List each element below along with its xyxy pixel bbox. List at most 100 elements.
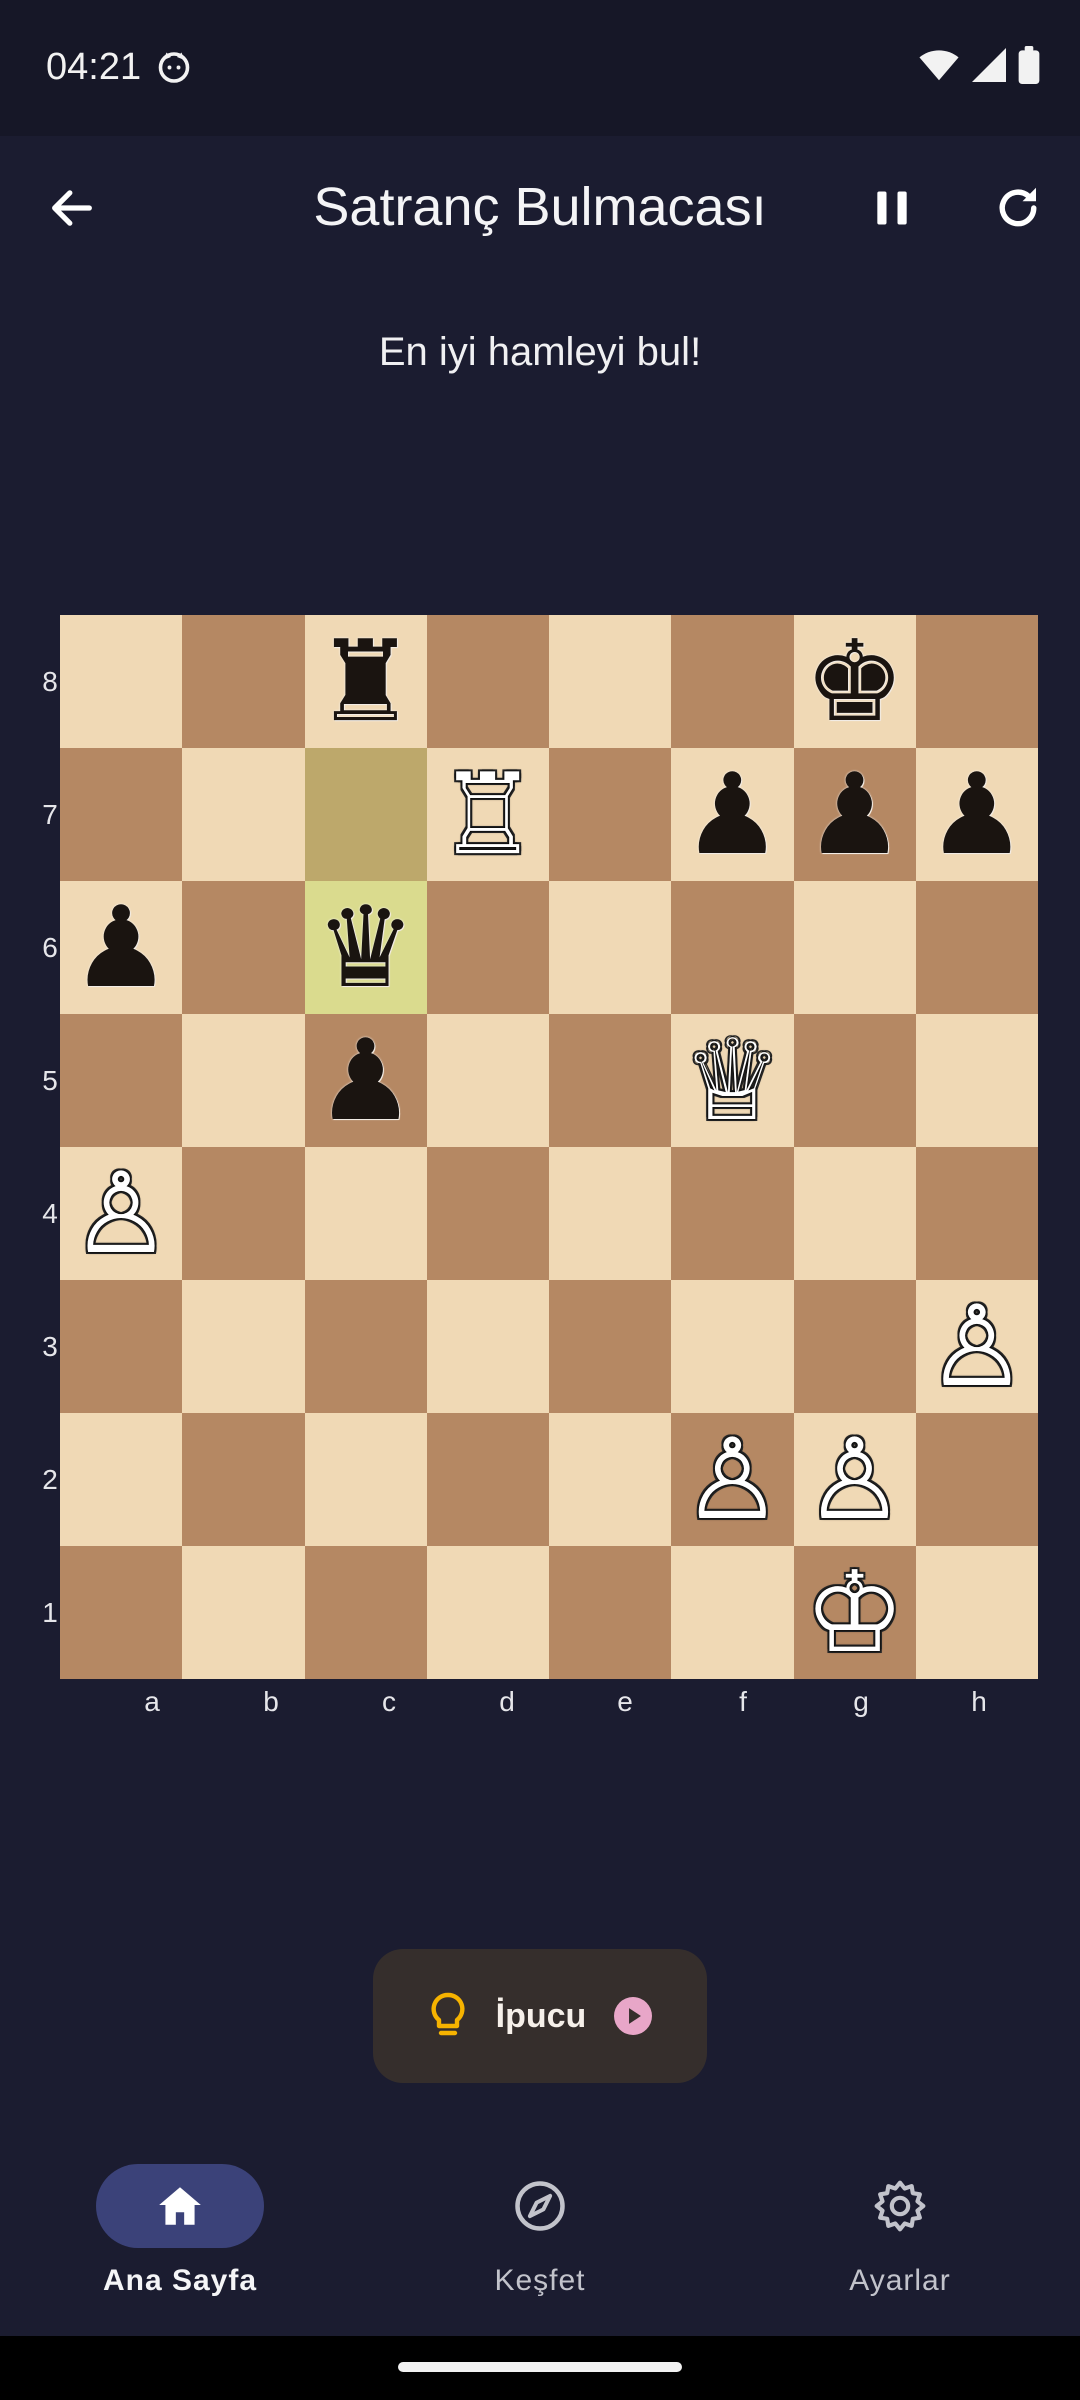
- square-c6[interactable]: ♛: [304, 881, 427, 1014]
- square-g4[interactable]: [793, 1147, 916, 1280]
- square-g7[interactable]: ♟: [793, 748, 916, 881]
- square-e7[interactable]: [549, 748, 672, 881]
- square-h6[interactable]: [915, 881, 1038, 1014]
- square-c7[interactable]: [304, 748, 427, 881]
- square-a3[interactable]: [60, 1280, 183, 1413]
- square-g2[interactable]: ♙: [793, 1413, 916, 1546]
- square-f7[interactable]: ♟: [671, 748, 794, 881]
- refresh-button[interactable]: [978, 168, 1058, 248]
- compass-icon: [515, 2181, 565, 2231]
- square-c5[interactable]: ♟: [304, 1014, 427, 1147]
- square-h3[interactable]: ♙: [915, 1280, 1038, 1413]
- nav-pill-settings: [816, 2164, 984, 2248]
- square-a5[interactable]: [60, 1014, 183, 1147]
- square-d8[interactable]: [426, 615, 549, 748]
- square-b5[interactable]: [182, 1014, 305, 1147]
- piece-g8[interactable]: ♚: [804, 626, 904, 738]
- square-e1[interactable]: [549, 1546, 672, 1679]
- square-f3[interactable]: [671, 1280, 794, 1413]
- square-h5[interactable]: [915, 1014, 1038, 1147]
- gesture-handle[interactable]: [398, 2362, 682, 2372]
- square-d2[interactable]: [426, 1413, 549, 1546]
- square-d6[interactable]: [426, 881, 549, 1014]
- square-a1[interactable]: [60, 1546, 183, 1679]
- bottom-navigation: Ana Sayfa Keşfet Ayarlar: [0, 2126, 1080, 2336]
- square-e8[interactable]: [549, 615, 672, 748]
- square-h1[interactable]: [915, 1546, 1038, 1679]
- rank-label-6: 6: [42, 931, 58, 963]
- square-e4[interactable]: [549, 1147, 672, 1280]
- piece-h3[interactable]: ♙: [927, 1291, 1027, 1403]
- piece-c5[interactable]: ♟: [315, 1025, 415, 1137]
- square-b2[interactable]: [182, 1413, 305, 1546]
- hint-button[interactable]: İpucu: [373, 1949, 707, 2083]
- piece-c8[interactable]: ♜: [315, 626, 415, 738]
- square-g1[interactable]: ♔: [793, 1546, 916, 1679]
- square-e3[interactable]: [549, 1280, 672, 1413]
- square-a2[interactable]: [60, 1413, 183, 1546]
- square-f5[interactable]: ♕: [671, 1014, 794, 1147]
- nav-label-settings: Ayarlar: [849, 2264, 951, 2297]
- square-e2[interactable]: [549, 1413, 672, 1546]
- piece-g1[interactable]: ♔: [804, 1557, 904, 1669]
- nav-item-settings[interactable]: Ayarlar: [750, 2126, 1050, 2336]
- piece-g2[interactable]: ♙: [804, 1424, 904, 1536]
- piece-f2[interactable]: ♙: [682, 1424, 782, 1536]
- square-h8[interactable]: [915, 615, 1038, 748]
- nav-pill-explore: [456, 2164, 624, 2248]
- piece-g7[interactable]: ♟: [804, 759, 904, 871]
- square-f8[interactable]: [671, 615, 794, 748]
- square-d5[interactable]: [426, 1014, 549, 1147]
- play-circle-icon: [614, 1997, 653, 2035]
- piece-f7[interactable]: ♟: [682, 759, 782, 871]
- pause-button[interactable]: [852, 168, 932, 248]
- square-d4[interactable]: [426, 1147, 549, 1280]
- square-c1[interactable]: [304, 1546, 427, 1679]
- rank-label-3: 3: [42, 1330, 58, 1362]
- file-label-b: b: [263, 1686, 279, 1717]
- square-a6[interactable]: ♟: [60, 881, 183, 1014]
- square-d1[interactable]: [426, 1546, 549, 1679]
- piece-h7[interactable]: ♟: [927, 759, 1027, 871]
- square-b1[interactable]: [182, 1546, 305, 1679]
- nav-item-home[interactable]: Ana Sayfa: [30, 2126, 330, 2336]
- square-a7[interactable]: [60, 748, 183, 881]
- refresh-icon: [999, 187, 1037, 227]
- piece-f5[interactable]: ♕: [682, 1025, 782, 1137]
- square-b7[interactable]: [182, 748, 305, 881]
- nav-item-explore[interactable]: Keşfet: [390, 2126, 690, 2336]
- square-h4[interactable]: [915, 1147, 1038, 1280]
- file-label-a: a: [144, 1686, 160, 1717]
- square-f6[interactable]: [671, 881, 794, 1014]
- square-f2[interactable]: ♙: [671, 1413, 794, 1546]
- square-c8[interactable]: ♜: [304, 615, 427, 748]
- status-bar: 04:21: [0, 0, 1080, 136]
- square-g5[interactable]: [793, 1014, 916, 1147]
- square-d3[interactable]: [426, 1280, 549, 1413]
- square-g8[interactable]: ♚: [793, 615, 916, 748]
- square-c2[interactable]: [304, 1413, 427, 1546]
- square-c3[interactable]: [304, 1280, 427, 1413]
- square-b6[interactable]: [182, 881, 305, 1014]
- square-f4[interactable]: [671, 1147, 794, 1280]
- square-b3[interactable]: [182, 1280, 305, 1413]
- square-h7[interactable]: ♟: [915, 748, 1038, 881]
- square-c4[interactable]: [304, 1147, 427, 1280]
- square-h2[interactable]: [915, 1413, 1038, 1546]
- square-g3[interactable]: [793, 1280, 916, 1413]
- chess-board[interactable]: ♜ ♚ ♖ ♟ ♟ ♟ ♟ ♛ ♟ ♕ ♙ ♙ ♙ ♙ ♔: [60, 615, 1038, 1679]
- square-a8[interactable]: [60, 615, 183, 748]
- piece-a6[interactable]: ♟: [71, 892, 171, 1004]
- piece-d7[interactable]: ♖: [438, 759, 538, 871]
- piece-c6[interactable]: ♛: [315, 892, 415, 1004]
- square-e6[interactable]: [549, 881, 672, 1014]
- square-b8[interactable]: [182, 615, 305, 748]
- square-d7[interactable]: ♖: [426, 748, 549, 881]
- square-f1[interactable]: [671, 1546, 794, 1679]
- file-label-e: e: [617, 1686, 633, 1717]
- square-e5[interactable]: [549, 1014, 672, 1147]
- piece-a4[interactable]: ♙: [71, 1158, 171, 1270]
- square-b4[interactable]: [182, 1147, 305, 1280]
- square-g6[interactable]: [793, 881, 916, 1014]
- square-a4[interactable]: ♙: [60, 1147, 183, 1280]
